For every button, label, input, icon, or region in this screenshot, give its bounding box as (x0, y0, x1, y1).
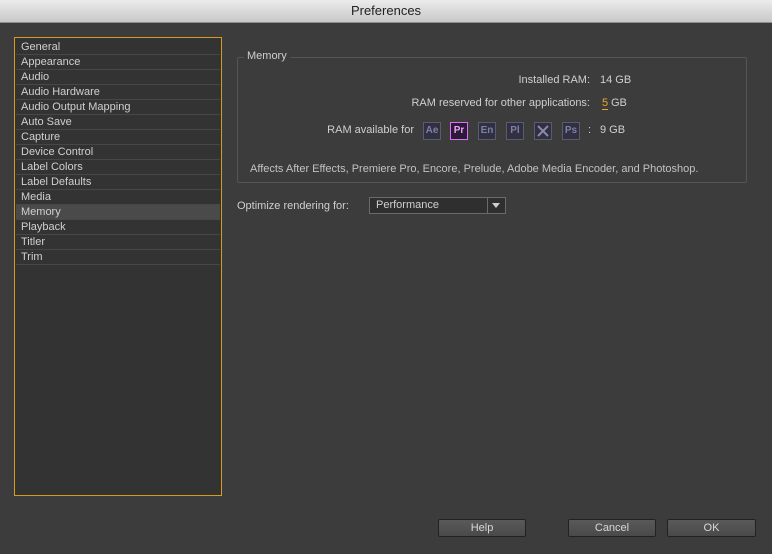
memory-note: Affects After Effects, Premiere Pro, Enc… (250, 163, 699, 175)
window-title: Preferences (350, 3, 422, 18)
ram-available-separator: : (588, 124, 592, 136)
sidebar-item-auto-save[interactable]: Auto Save (16, 115, 220, 130)
sidebar-item-memory[interactable]: Memory (16, 205, 220, 220)
sidebar-item-capture[interactable]: Capture (16, 130, 220, 145)
sidebar-item-appearance[interactable]: Appearance (16, 55, 220, 70)
optimize-rendering-value: Performance (376, 199, 439, 211)
cancel-button[interactable]: Cancel (568, 519, 656, 537)
select-divider (487, 198, 488, 213)
window-title-bar: Preferences (0, 0, 772, 23)
optimize-rendering-select[interactable]: Performance (369, 197, 506, 214)
ram-reserved-unit: GB (611, 97, 627, 109)
optimize-rendering-label: Optimize rendering for: (237, 200, 349, 212)
sidebar-item-titler[interactable]: Titler (16, 235, 220, 250)
sidebar-item-playback[interactable]: Playback (16, 220, 220, 235)
sidebar-item-general[interactable]: General (16, 40, 220, 55)
chevron-down-icon (492, 203, 500, 208)
premiere-pro-icon: Pr (450, 122, 468, 140)
sidebar-item-audio-hardware[interactable]: Audio Hardware (16, 85, 220, 100)
media-encoder-icon (534, 122, 552, 140)
help-button[interactable]: Help (438, 519, 526, 537)
ram-available-value: 9 GB (600, 124, 626, 136)
sidebar-item-device-control[interactable]: Device Control (16, 145, 220, 160)
memory-group-title: Memory (244, 50, 290, 62)
premiere-pro-code: Pr (453, 125, 465, 136)
media-encoder-glyph (537, 125, 549, 137)
installed-ram-value: 14 GB (600, 74, 632, 86)
encore-icon: En (478, 122, 496, 140)
after-effects-code: Ae (425, 125, 439, 136)
photoshop-code: Ps (564, 125, 578, 136)
prelude-code: Pl (510, 125, 520, 136)
ram-reserved-value[interactable]: 5 (602, 97, 609, 110)
sidebar-item-media[interactable]: Media (16, 190, 220, 205)
ram-reserved-label: RAM reserved for other applications: (411, 97, 590, 109)
sidebar-item-label-defaults[interactable]: Label Defaults (16, 175, 220, 190)
after-effects-icon: Ae (423, 122, 441, 140)
ok-button[interactable]: OK (667, 519, 756, 537)
encore-code: En (480, 125, 494, 136)
sidebar-item-audio-output-mapping[interactable]: Audio Output Mapping (16, 100, 220, 115)
sidebar-item-audio[interactable]: Audio (16, 70, 220, 85)
sidebar-item-label-colors[interactable]: Label Colors (16, 160, 220, 175)
preferences-sidebar[interactable]: General Appearance Audio Audio Hardware … (14, 37, 222, 496)
ram-available-label: RAM available for (327, 124, 414, 136)
sidebar-item-trim[interactable]: Trim (16, 250, 220, 265)
prelude-icon: Pl (506, 122, 524, 140)
installed-ram-label: Installed RAM: (518, 74, 590, 86)
photoshop-icon: Ps (562, 122, 580, 140)
